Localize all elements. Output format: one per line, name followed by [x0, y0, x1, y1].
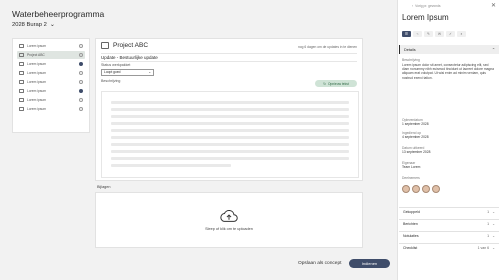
link-tab-icon[interactable]: ⌁: [413, 31, 422, 37]
status-indicator: [78, 70, 83, 76]
list-item[interactable]: Lorem ipsum: [17, 69, 85, 77]
list-item[interactable]: Project ABC: [17, 50, 85, 59]
section-count: 1: [487, 210, 490, 215]
close-icon[interactable]: ✕: [491, 2, 496, 9]
avatar[interactable]: [412, 185, 420, 193]
text-placeholder-line: [111, 115, 349, 118]
chevron-down-icon: ⌄: [492, 246, 495, 251]
project-list: Lorem ipsum Project ABC Lorem ipsum Lore…: [12, 38, 90, 133]
avatar[interactable]: [432, 185, 440, 193]
panel-tabs: ☰ ⌁ ✎ ✉ ✓ ◐: [402, 31, 466, 37]
details-tab-icon[interactable]: ☰: [402, 31, 411, 37]
folder-icon: [19, 107, 24, 111]
section-notulaties[interactable]: Notulaties 1 ⌄: [399, 231, 499, 241]
list-item[interactable]: Lorem ipsum: [17, 105, 85, 113]
deadline-note: nog 6 dagen om de updates in te dienen: [297, 45, 357, 49]
project-icon: [101, 42, 109, 49]
status-indicator: [78, 61, 83, 67]
section-berichten[interactable]: Berichten 1 ⌄: [399, 219, 499, 229]
list-item[interactable]: Lorem ipsum: [17, 78, 85, 86]
save-text-button[interactable]: ↻ Opnieuw tekst: [315, 80, 357, 87]
divider: [101, 53, 357, 54]
status-indicator: [78, 43, 83, 49]
edit-tab-icon[interactable]: ✎: [424, 31, 433, 37]
description-field-value: Lorem ipsum dolor sit amet, consectetur …: [402, 63, 494, 80]
text-placeholder-line: [111, 122, 349, 125]
check-tab-icon[interactable]: ✓: [446, 31, 455, 37]
folder-icon: [19, 53, 24, 57]
chevron-down-icon: ⌄: [492, 210, 495, 215]
folder-icon: [19, 89, 24, 93]
project-title: Project ABC: [113, 42, 149, 49]
status-indicator: [78, 97, 83, 103]
folder-icon: [19, 80, 24, 84]
panel-title: Lorem Ipsum: [402, 13, 449, 22]
folder-icon: [19, 44, 24, 48]
more-tab-icon[interactable]: ◐: [457, 31, 466, 37]
status-value: Loopt goed: [104, 70, 121, 75]
status-indicator: [78, 52, 83, 58]
detail-panel: ‹ Vorig pr. gevonds ✕ Lorem Ipsum ☰ ⌁ ✎ …: [397, 0, 500, 280]
owner-value: Team Lorem: [402, 165, 421, 169]
period-selector[interactable]: 2028 Burap 2 ⌄: [12, 22, 55, 28]
text-placeholder-line: [111, 129, 349, 132]
text-placeholder-line: [111, 150, 349, 153]
chevron-down-icon: ⌄: [148, 70, 151, 75]
list-item[interactable]: Lorem ipsum: [17, 60, 85, 68]
participants-label: Deelnemers: [402, 176, 420, 180]
back-icon: ‹: [412, 4, 414, 8]
refresh-icon: ↻: [323, 81, 326, 86]
details-section-header[interactable]: Details ⌃: [399, 45, 499, 54]
text-placeholder-line: [111, 164, 231, 167]
page-title: Waterbeheerprogramma: [12, 9, 105, 19]
avatar[interactable]: [402, 185, 410, 193]
status-select[interactable]: Loopt goed ⌄: [101, 69, 154, 76]
upload-text: Sleep of klik om te uploaden: [205, 227, 253, 231]
delivery-date-value: 1 september 2028: [402, 122, 429, 126]
status-indicator: [78, 106, 83, 112]
avatar[interactable]: [422, 185, 430, 193]
payout-date-value: 13 september 2028: [402, 150, 431, 154]
list-item[interactable]: Lorem ipsum: [17, 42, 85, 50]
participants-avatars: [402, 185, 440, 193]
update-form: Project ABC nog 6 dagen om de updates in…: [95, 38, 363, 181]
message-tab-icon[interactable]: ✉: [435, 31, 444, 37]
cloud-upload-icon: [220, 209, 238, 222]
text-placeholder-line: [111, 157, 349, 160]
status-indicator: [78, 79, 83, 85]
status-indicator: [78, 88, 83, 94]
chevron-down-icon: ⌄: [492, 234, 495, 239]
text-placeholder-line: [111, 108, 349, 111]
upload-dropzone[interactable]: Sleep of klik om te uploaden: [95, 192, 363, 248]
chevron-down-icon: ⌄: [49, 22, 55, 28]
folder-icon: [19, 98, 24, 102]
submitted-date-value: 4 september 2028: [402, 135, 429, 139]
chevron-up-icon: ⌃: [491, 48, 495, 52]
section-count: 1: [487, 222, 490, 227]
period-label: 2028 Burap 2: [12, 22, 47, 28]
attachments-label: Bijlagen: [97, 185, 111, 189]
update-title: Update - Bestuurlijke update: [101, 55, 158, 60]
description-label: Beschrijving: [101, 79, 121, 83]
section-gekoppeld[interactable]: Gekoppeld 1 ⌄: [399, 207, 499, 217]
text-placeholder-line: [111, 136, 349, 139]
folder-icon: [19, 71, 24, 75]
divider: [101, 61, 357, 62]
submit-button[interactable]: Indienen: [349, 259, 390, 268]
description-textarea[interactable]: [101, 91, 359, 178]
section-count: 1 van 6: [477, 246, 490, 251]
description-field-label: Beschrijving: [402, 58, 420, 62]
section-checklist[interactable]: Checklist 1 van 6 ⌄: [399, 243, 499, 253]
text-placeholder-line: [111, 143, 349, 146]
folder-icon: [19, 62, 24, 66]
chevron-down-icon: ⌄: [492, 222, 495, 227]
list-item[interactable]: Lorem ipsum: [17, 96, 85, 104]
list-item[interactable]: Lorem ipsum: [17, 87, 85, 95]
section-count: 1: [487, 234, 490, 239]
status-label: Status werkpakket: [101, 63, 131, 67]
text-placeholder-line: [111, 101, 349, 104]
breadcrumb[interactable]: ‹ Vorig pr. gevonds: [412, 4, 441, 8]
save-concept-button[interactable]: Opslaan als concept: [298, 261, 341, 266]
